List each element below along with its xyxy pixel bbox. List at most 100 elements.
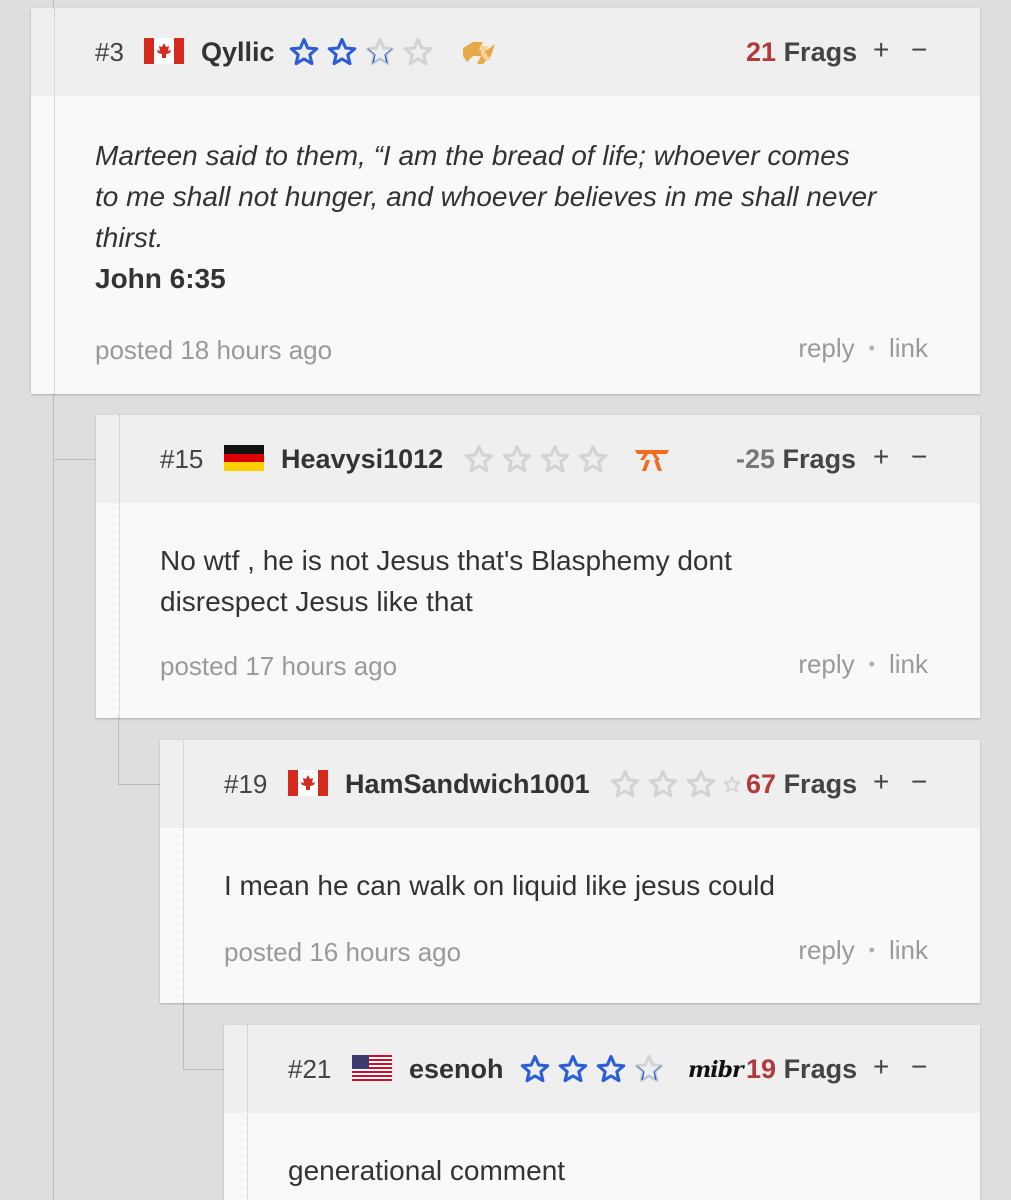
thread-guide [183, 740, 184, 1003]
frags-count: 21 Frags [746, 36, 857, 68]
frags-count: 67 Frags [746, 768, 857, 800]
thread-line-15 [118, 718, 119, 785]
permalink[interactable]: link [889, 934, 928, 966]
frags-value: 21 [746, 37, 777, 67]
thread-guide [119, 415, 120, 718]
username[interactable]: Heavysi1012 [281, 443, 443, 475]
thread-connector-21 [183, 1069, 225, 1070]
frags-count: 19 Frags [746, 1053, 857, 1085]
comment-post-15: #15 Heavysi1012 -25 Frags + − No wtf , h… [96, 415, 980, 718]
post-number[interactable]: #19 [224, 768, 267, 800]
rating-stars [462, 443, 610, 477]
reply-link[interactable]: reply [798, 332, 854, 364]
posted-ago: 18 hours ago [180, 335, 333, 365]
rating-stars [608, 768, 742, 802]
frags-value: -25 [736, 444, 776, 474]
comment-header: #3 Qyllic 21 Frags + − [31, 8, 980, 96]
star-half-icon [634, 1054, 664, 1083]
username[interactable]: esenoh [409, 1053, 504, 1085]
posted-label: posted [224, 937, 303, 967]
star-empty-icon [502, 444, 532, 473]
separator-dot-icon: • [868, 338, 875, 358]
upvote-button[interactable]: + [873, 766, 889, 798]
upvote-button[interactable]: + [873, 34, 889, 66]
star-filled-icon [558, 1054, 588, 1083]
comment-header: #15 Heavysi1012 -25 Frags + − [96, 415, 980, 503]
germany-flag-icon [224, 445, 264, 471]
downvote-button[interactable]: − [911, 441, 927, 473]
post-number[interactable]: #15 [160, 443, 203, 475]
frags-label: Frags [783, 37, 858, 67]
permalink[interactable]: link [889, 648, 928, 680]
thread-guide [247, 1025, 248, 1200]
usa-flag-icon [352, 1055, 392, 1081]
upvote-button[interactable]: + [873, 441, 889, 473]
star-filled-icon [327, 37, 357, 66]
frags-label: Frags [782, 444, 857, 474]
comment-header: #21 esenoh mibr 19 Frags + − [224, 1025, 980, 1113]
permalink[interactable]: link [889, 332, 928, 364]
quote-line: thirst. [95, 222, 164, 253]
comment-body: Marteen said to them, “I am the bread of… [31, 96, 980, 394]
fnatic-team-icon [632, 445, 672, 475]
username[interactable]: HamSandwich1001 [345, 768, 590, 800]
thread-connector-15 [53, 459, 95, 460]
frags-label: Frags [783, 1054, 858, 1084]
comment-line: disrespect Jesus like that [160, 586, 473, 617]
frags-value: 19 [746, 1054, 777, 1084]
separator-dot-icon: • [868, 654, 875, 674]
upvote-button[interactable]: + [873, 1051, 889, 1083]
star-empty-icon [540, 444, 570, 473]
comment-text: Marteen said to them, “I am the bread of… [95, 135, 955, 299]
downvote-button[interactable]: − [911, 766, 927, 798]
frags-label: Frags [783, 769, 858, 799]
post-number[interactable]: #3 [95, 36, 124, 68]
thread-line-19 [183, 1003, 184, 1070]
post-number[interactable]: #21 [288, 1053, 331, 1085]
username[interactable]: Qyllic [201, 36, 275, 68]
comment-body: I mean he can walk on liquid like jesus … [160, 828, 980, 1003]
canada-flag-icon [144, 38, 184, 64]
thread-guide [54, 8, 55, 394]
comment-post-3: #3 Qyllic 21 Frags + − Marteen said to t… [31, 8, 980, 394]
quote-line: Marteen said to them, “I am the bread of… [95, 140, 850, 171]
comment-body: No wtf , he is not Jesus that's Blasphem… [96, 503, 980, 718]
comment-line: No wtf , he is not Jesus that's Blasphem… [160, 545, 732, 576]
comment-line: I mean he can walk on liquid like jesus … [224, 870, 775, 901]
star-empty-icon [610, 769, 640, 798]
comment-text: I mean he can walk on liquid like jesus … [224, 865, 944, 906]
rating-stars [518, 1053, 666, 1087]
star-empty-icon [686, 769, 716, 798]
quote-reference: John 6:35 [95, 263, 226, 294]
star-empty-icon [578, 444, 608, 473]
downvote-button[interactable]: − [911, 34, 927, 66]
posted-time: posted 18 hours ago [95, 334, 332, 366]
star-empty-icon [403, 37, 433, 66]
reply-link[interactable]: reply [798, 934, 854, 966]
comment-actions: reply • link [798, 934, 928, 966]
star-filled-icon [289, 37, 319, 66]
reply-link[interactable]: reply [798, 648, 854, 680]
comment-text: No wtf , he is not Jesus that's Blasphem… [160, 540, 940, 622]
star-empty-icon [464, 444, 494, 473]
comment-text: generational comment [288, 1150, 948, 1191]
comment-body: generational comment [224, 1113, 980, 1200]
posted-label: posted [160, 651, 239, 681]
canada-flag-icon [288, 770, 328, 796]
posted-label: posted [95, 335, 174, 365]
star-filled-icon [520, 1054, 550, 1083]
separator-dot-icon: • [868, 940, 875, 960]
posted-time: posted 17 hours ago [160, 650, 397, 682]
posted-time: posted 16 hours ago [224, 936, 461, 968]
comment-actions: reply • link [798, 332, 928, 364]
posted-ago: 17 hours ago [245, 651, 398, 681]
comment-post-19: #19 HamSandwich1001 67 Frags + − I mean … [160, 740, 980, 1003]
comment-header: #19 HamSandwich1001 67 Frags + − [160, 740, 980, 828]
star-half-icon [365, 37, 395, 66]
quote-line: to me shall not hunger, and whoever beli… [95, 181, 877, 212]
comment-actions: reply • link [798, 648, 928, 680]
posted-ago: 16 hours ago [309, 937, 462, 967]
comment-post-21: #21 esenoh mibr 19 Frags + − generationa… [224, 1025, 980, 1200]
downvote-button[interactable]: − [911, 1051, 927, 1083]
star-filled-icon [596, 1054, 626, 1083]
